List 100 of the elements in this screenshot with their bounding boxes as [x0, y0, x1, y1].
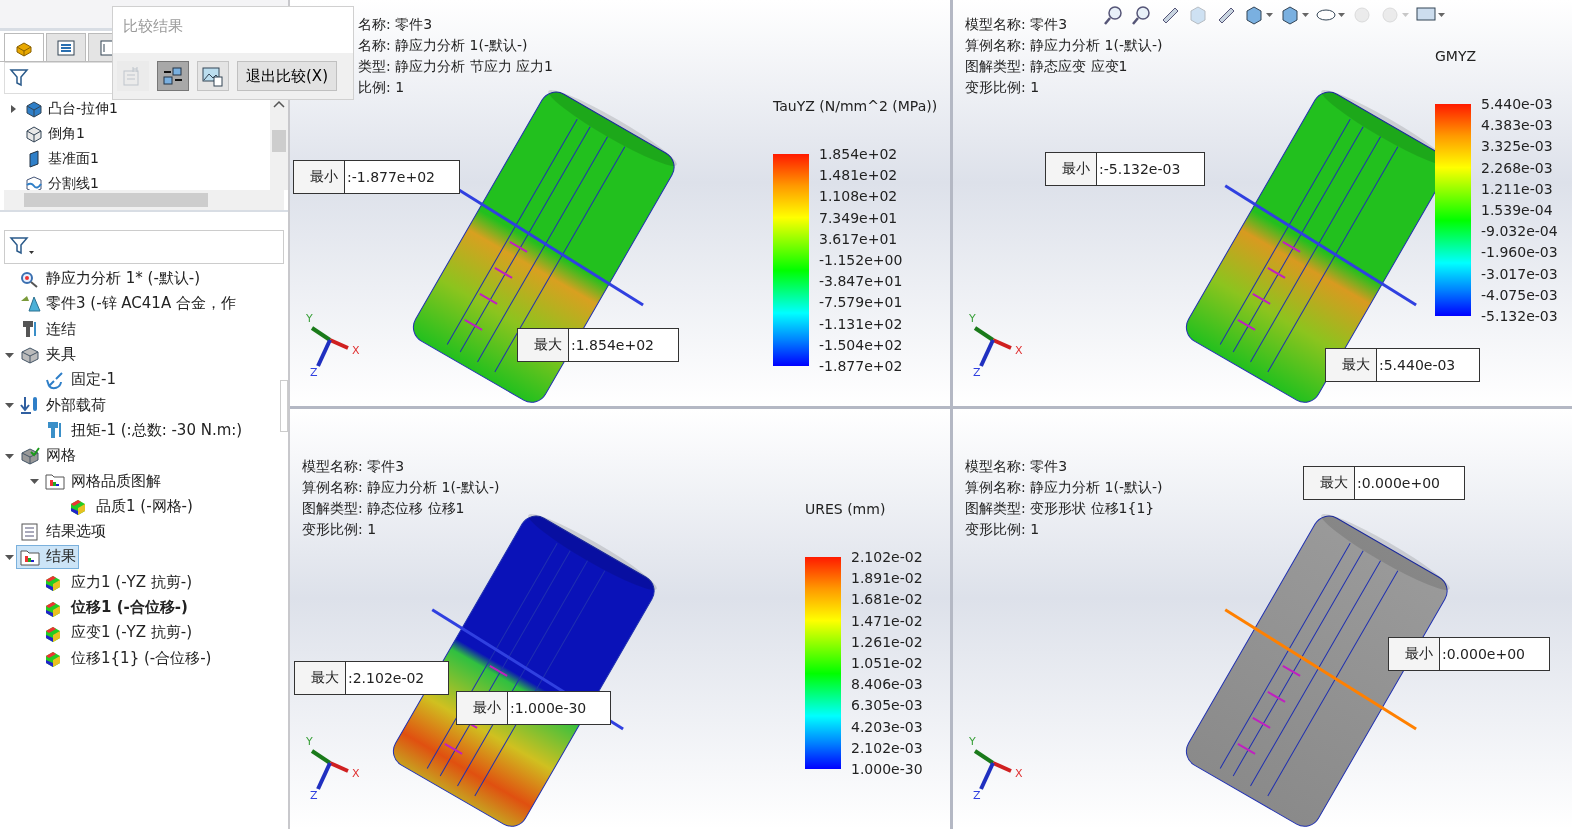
compare-tool-button[interactable] [197, 61, 229, 91]
sphere-icon [1379, 4, 1401, 26]
plot-info-text: 变形比例: 1 [965, 78, 1040, 97]
view-toolbar-button[interactable] [1243, 4, 1273, 26]
legend-value: 2.102e-03 [851, 740, 923, 755]
legend-value: -3.017e-03 [1481, 266, 1558, 281]
tree-item-body[interactable]: 应变1 (-YZ 抗剪-) [41, 620, 196, 645]
caret-icon [1338, 13, 1345, 17]
callout-label: 最大 [1326, 349, 1377, 381]
tree-item-body[interactable]: 静应力分析 1* (-默认-) [16, 266, 204, 291]
expand-arrow-icon[interactable] [29, 477, 39, 485]
tree-item-body[interactable]: 应力1 (-YZ 抗剪-) [41, 570, 196, 595]
scrollbar-thumb[interactable] [272, 130, 286, 152]
legend-value: 1.854e+02 [819, 147, 899, 161]
legend-value: -5.132e-03 [1481, 308, 1558, 323]
tree-item-label: 外部载荷 [46, 395, 106, 415]
legend-value: -1.504e+02 [819, 337, 903, 352]
expand-arrow-icon[interactable] [4, 552, 14, 561]
tree-item-label: 夹具 [46, 345, 76, 365]
scrollbar[interactable] [4, 190, 284, 210]
plot-folder-icon [44, 471, 66, 491]
legend-value: 3.325e-03 [1481, 139, 1554, 154]
tree-item-label: 固定-1 [71, 370, 116, 390]
tree-item-body[interactable]: 位移1{1} (-合位移-) [41, 646, 215, 671]
tree-item-label: 结果 [46, 547, 76, 567]
tree-item-body[interactable]: 结果 [16, 544, 79, 569]
tree-item[interactable]: 倒角1 [0, 121, 270, 146]
plot-info-text: 模型名称: 零件3 [965, 15, 1068, 34]
plot-info-text: 模型名称: 零件3 [302, 457, 405, 476]
view-toolbar-button[interactable] [1131, 4, 1153, 26]
callout-value: :1.000e-30 [509, 699, 588, 718]
legend-value: -1.131e+02 [819, 316, 903, 331]
tree-item-body[interactable]: 夹具 [16, 342, 79, 367]
plot-info-text: 算例名称: 静应力分析 1(-默认-) [302, 478, 500, 497]
sphere-icon [1351, 4, 1373, 26]
image-icon [201, 65, 225, 87]
legend-value: -1.152e+00 [819, 252, 903, 267]
callout-value: :0.000e+00 [1356, 474, 1441, 493]
cube-icon [1279, 4, 1301, 26]
list-icon [19, 521, 41, 542]
compare-tool-button[interactable] [157, 61, 189, 91]
graphics-viewport[interactable] [290, 0, 950, 406]
legend-value: 7.349e+01 [819, 210, 899, 225]
tree-item[interactable]: 凸台-拉伸1 [0, 96, 270, 121]
plot-info-text: 算例名称: 静应力分析 1(-默认-) [965, 478, 1163, 497]
tree-item-body[interactable]: 连结 [16, 317, 79, 342]
tree-item-body[interactable]: 扭矩-1 (:总数: -30 N.m:) [41, 418, 246, 443]
tree-item-body[interactable]: 网格品质图解 [41, 469, 164, 493]
exit-compare-button[interactable]: 退出比较(X) [237, 61, 337, 91]
tree-item[interactable]: 分割线1 [0, 171, 270, 190]
callout-label: 最小 [1046, 153, 1097, 185]
legend-title: URES (mm) [805, 501, 887, 517]
filter-field[interactable] [4, 230, 284, 264]
plot-info-text: 变形比例: 1 [965, 520, 1040, 539]
tree-item-body[interactable]: 结果选项 [16, 519, 109, 544]
tree-item-body[interactable]: 位移1 (-合位移-) [41, 595, 191, 620]
legend-value: 2.102e-02 [851, 550, 923, 564]
legend-value: 1.261e-02 [851, 634, 923, 649]
tree-item-body[interactable]: 品质1 (-网格-) [66, 494, 196, 519]
legend-title: TauYZ (N/mm^2 (MPa)) [773, 98, 938, 114]
plot-info-text: 图解类型: 变形形状 位移1{1} [965, 499, 1155, 518]
expand-arrow-icon[interactable] [9, 104, 17, 113]
chevron-up-icon[interactable] [273, 100, 285, 108]
tree-item-body[interactable]: 零件3 (-锌 AC41A 合金，作 [16, 291, 239, 316]
legend-value: 1.108e+02 [819, 189, 899, 204]
graphics-viewport[interactable]: 模型名称: 零件3 算例名称: 静应力分析 1(-默认-) 图解类型: 变形形状 位移1{1} 变形比例: 1 最大 :0.000e+00 最小 :0.000e+00 Y X Z [953, 409, 1572, 829]
tree-item-body[interactable]: 固定-1 [41, 367, 119, 392]
legend-value: 1.539e-04 [1481, 202, 1554, 217]
legend-value: -7.579e+01 [819, 295, 903, 310]
view-toolbar-button[interactable] [1279, 4, 1309, 26]
panel-tab[interactable] [4, 33, 44, 61]
filter-icon[interactable] [9, 68, 31, 88]
mesh-icon [19, 445, 41, 466]
tree-item[interactable]: 基准面1 [0, 146, 270, 171]
legend-value: 1.471e-02 [851, 613, 923, 628]
plot-info-text: 变形比例: 1 [302, 520, 377, 539]
expand-arrow-icon[interactable] [4, 451, 14, 460]
tree-item-label: 扭矩-1 (:总数: -30 N.m:) [71, 420, 243, 440]
caret-icon [1402, 13, 1409, 17]
graphics-viewport[interactable] [953, 0, 1572, 406]
list-icon [56, 38, 76, 57]
callout-label: 最大 [295, 662, 346, 694]
panel-tab[interactable] [46, 33, 86, 61]
popup-title: 比较结果 [113, 7, 353, 53]
tree-item-body[interactable]: 外部载荷 [16, 393, 109, 418]
view-toolbar-button[interactable] [1103, 4, 1125, 26]
expand-arrow-icon[interactable] [4, 350, 14, 359]
legend-value: 4.203e-03 [851, 719, 923, 734]
tree-item-label: 品质1 (-网格-) [96, 496, 193, 516]
scrollbar-thumb[interactable] [24, 193, 208, 207]
graphics-viewport[interactable] [290, 409, 950, 829]
legend-value: -9.032e-04 [1481, 224, 1558, 239]
splitter-handle[interactable] [280, 380, 288, 432]
legend-value: 6.305e-03 [851, 698, 923, 713]
legend-value: 1.211e-03 [1481, 181, 1554, 196]
expand-arrow-icon[interactable] [4, 401, 14, 410]
legend-value: -1.960e-03 [1481, 245, 1558, 260]
callout-label: 最大 [518, 329, 569, 361]
tree-item-label: 应变1 (-YZ 抗剪-) [71, 623, 193, 643]
tree-item-body[interactable]: 网格 [16, 443, 79, 468]
